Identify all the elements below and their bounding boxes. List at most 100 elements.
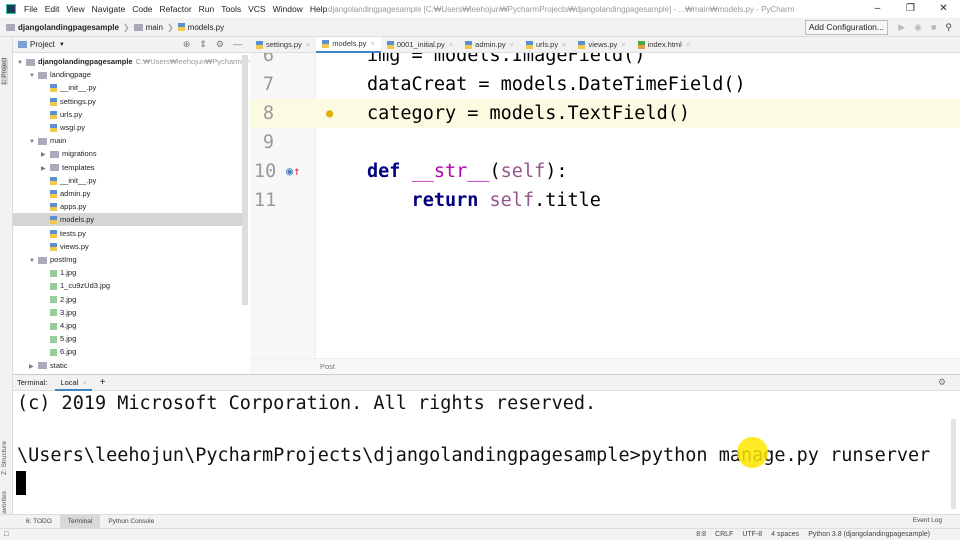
tree-item[interactable]: 2.jpg: [13, 293, 243, 306]
tree-item[interactable]: 4.jpg: [13, 319, 243, 332]
interpreter[interactable]: Python 3.8 (djangolandingpagesample): [808, 529, 930, 540]
image-file-icon: [50, 282, 57, 290]
tree-item[interactable]: views.py: [13, 240, 243, 253]
layout-icon[interactable]: □: [4, 531, 8, 538]
python-file-icon: [50, 84, 57, 93]
close-tab-icon[interactable]: ×: [449, 40, 453, 49]
tab-views-py[interactable]: views.py ×: [572, 37, 631, 53]
tab-todo[interactable]: 6: TODO: [18, 515, 60, 529]
menu-edit[interactable]: Edit: [45, 4, 60, 14]
tree-item[interactable]: 1.jpg: [13, 266, 243, 279]
tree-item-label: 5.jpg: [60, 334, 77, 344]
menu-tools[interactable]: Tools: [221, 4, 241, 14]
tree-item[interactable]: urls.py: [13, 108, 243, 121]
breadcrumb-main[interactable]: main: [146, 23, 163, 32]
breadcrumb-project[interactable]: djangolandingpagesample: [18, 23, 119, 32]
tree-item[interactable]: wsgi.py: [13, 121, 243, 134]
menu-navigate[interactable]: Navigate: [92, 4, 126, 14]
close-tab-icon[interactable]: ×: [621, 40, 625, 49]
chevron-right-icon[interactable]: ▶: [29, 361, 38, 371]
tab-index-html[interactable]: index.html ×: [632, 37, 697, 53]
image-file-icon: [50, 296, 57, 304]
tree-item[interactable]: tests.py: [13, 227, 243, 240]
tree-item[interactable]: ▼ main: [13, 134, 243, 147]
close-tab-icon[interactable]: ×: [306, 40, 310, 49]
project-view-dropdown[interactable]: Project: [30, 40, 55, 49]
breadcrumb-file[interactable]: models.py: [188, 23, 224, 32]
menu-run[interactable]: Run: [199, 4, 215, 14]
tree-item[interactable]: ▼ djangolandingpagesample C:₩Users₩leehoju…: [13, 55, 250, 68]
locate-icon[interactable]: ⊕: [183, 39, 191, 50]
tree-item-label: templates: [62, 162, 95, 172]
terminal-scrollbar[interactable]: [951, 419, 956, 509]
hide-icon[interactable]: —: [233, 39, 242, 50]
minimize-button[interactable]: –: [861, 0, 894, 18]
tree-item[interactable]: 3.jpg: [13, 306, 243, 319]
tree-item[interactable]: ▼ postImg: [13, 253, 243, 266]
tree-item[interactable]: settings.py: [13, 95, 243, 108]
tree-item-label: views.py: [60, 241, 89, 251]
editor-breadcrumb[interactable]: Post: [250, 358, 960, 374]
add-configuration-button[interactable]: Add Configuration...: [804, 20, 888, 35]
project-scrollbar[interactable]: [242, 55, 248, 305]
tab-local[interactable]: Local ×: [55, 375, 92, 391]
tab-settings-py[interactable]: settings.py ×: [250, 37, 316, 53]
menu-view[interactable]: View: [66, 4, 84, 14]
tree-item[interactable]: models.py: [13, 213, 243, 227]
tab-0001_initial-py[interactable]: 0001_initial.py ×: [381, 37, 459, 53]
close-tab-icon[interactable]: ×: [510, 40, 514, 49]
menu-vcs[interactable]: VCS: [248, 4, 265, 14]
tab-terminal[interactable]: Terminal: [59, 514, 101, 529]
tree-item[interactable]: 6.jpg: [13, 345, 243, 358]
tree-item[interactable]: __init__.py: [13, 174, 243, 187]
tree-item[interactable]: admin.py: [13, 187, 243, 200]
menu-code[interactable]: Code: [132, 4, 152, 14]
event-log-button[interactable]: Event Log: [913, 514, 942, 528]
menu-file[interactable]: File: [24, 4, 38, 14]
tab-models-py[interactable]: models.py ×: [316, 36, 381, 53]
indent[interactable]: 4 spaces: [771, 529, 799, 540]
collapse-icon[interactable]: ⇕: [199, 39, 207, 50]
terminal-output[interactable]: (c) 2019 Microsoft Corporation. All righ…: [13, 391, 960, 514]
close-tab-icon[interactable]: ×: [562, 40, 566, 49]
new-terminal-button[interactable]: +: [100, 377, 106, 388]
search-icon[interactable]: ⚲: [945, 20, 952, 35]
tab-python-console[interactable]: Python Console: [100, 515, 162, 529]
image-file-icon: [50, 322, 57, 330]
tab-admin-py[interactable]: admin.py ×: [459, 37, 520, 53]
tree-item[interactable]: ▶ migrations: [13, 147, 243, 160]
tree-item[interactable]: __init__.py: [13, 81, 243, 94]
tree-item-label: __init__.py: [60, 175, 97, 185]
file-encoding[interactable]: UTF-8: [742, 529, 762, 540]
tree-item[interactable]: 5.jpg: [13, 332, 243, 345]
gear-icon[interactable]: ⚙: [938, 377, 946, 388]
caret-position[interactable]: 8:8: [696, 529, 706, 540]
close-tab-icon[interactable]: ×: [370, 39, 374, 48]
code-editor[interactable]: 6 img = models.ImageField() 7 dataCreat = …: [250, 53, 960, 358]
menu-help[interactable]: Help: [310, 4, 327, 14]
tree-item[interactable]: ▶ templates: [13, 161, 243, 174]
lightbulb-icon[interactable]: ●: [326, 99, 333, 128]
run-icon[interactable]: ▶: [898, 20, 905, 35]
menu-refactor[interactable]: Refactor: [160, 4, 192, 14]
gear-icon[interactable]: ⚙: [216, 39, 224, 50]
tree-item[interactable]: 1_cu9zUd3.jpg: [13, 279, 243, 292]
tree-item-label: wsgi.py: [60, 123, 86, 132]
tree-item[interactable]: ▼ landingpage: [13, 68, 243, 81]
tab-urls-py[interactable]: urls.py ×: [520, 37, 572, 53]
python-file-icon: [50, 190, 57, 199]
menu-window[interactable]: Window: [273, 4, 303, 14]
project-tool-button[interactable]: 1: Project: [1, 57, 8, 85]
line-number: 11: [254, 190, 277, 211]
close-button[interactable]: ✕: [927, 0, 960, 18]
stop-icon[interactable]: ■: [931, 20, 936, 35]
structure-tool-button[interactable]: Z: Structure: [1, 441, 8, 475]
debug-icon[interactable]: ◉: [914, 20, 922, 35]
restore-button[interactable]: ❐: [894, 0, 927, 18]
override-method-icon[interactable]: ◉↑: [286, 157, 300, 186]
tree-item-label: __init__.py: [60, 83, 97, 93]
tree-item[interactable]: apps.py: [13, 200, 243, 213]
line-separator[interactable]: CRLF: [715, 529, 733, 540]
tree-item[interactable]: ▶ static: [13, 359, 243, 371]
close-tab-icon[interactable]: ×: [686, 40, 690, 49]
